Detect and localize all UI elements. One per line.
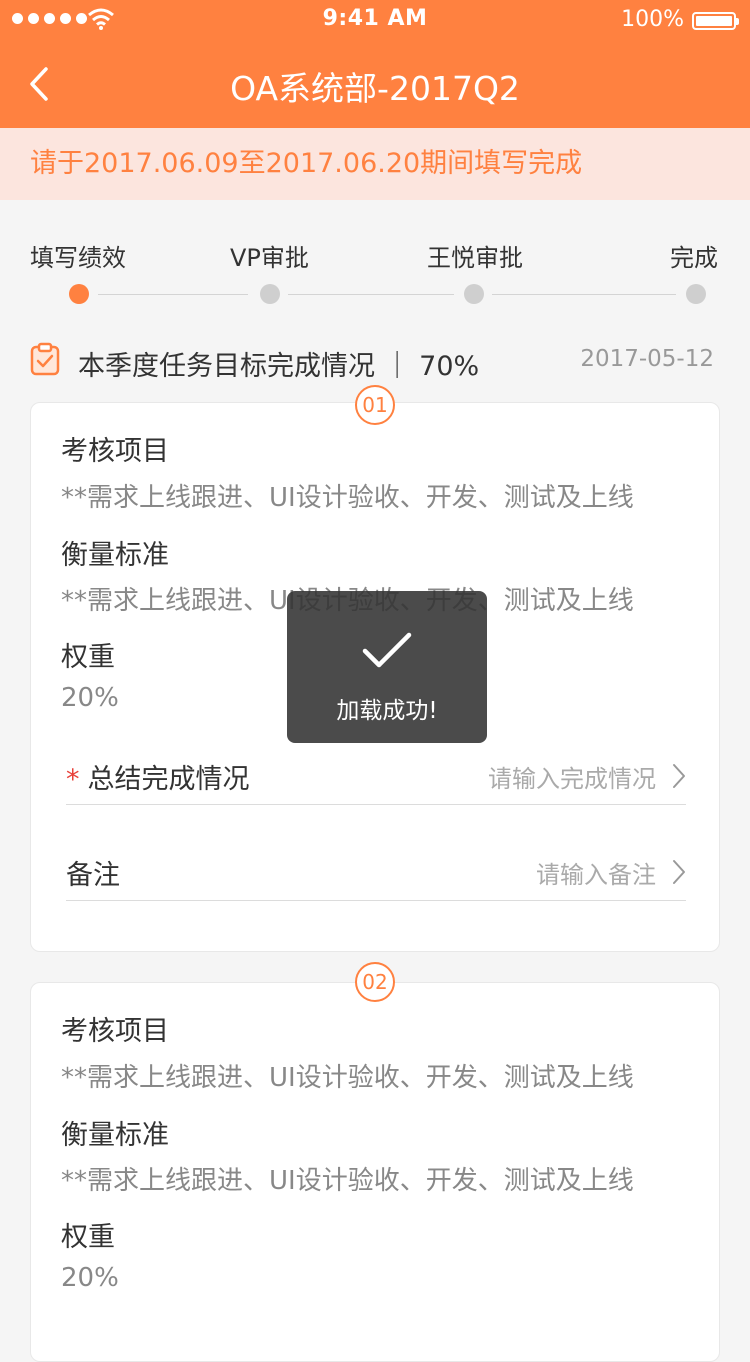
summary-label: * 总结完成情况 bbox=[66, 764, 250, 795]
chevron-right-icon bbox=[673, 764, 685, 788]
standard-label: 衡量标准 bbox=[61, 1120, 169, 1151]
step-dot-fill bbox=[69, 284, 89, 304]
item-label: 考核项目 bbox=[61, 1016, 169, 1047]
item-value: **需求上线跟进、UI设计验收、开发、测试及上线 bbox=[61, 483, 634, 513]
weight-value: 20% bbox=[61, 1263, 119, 1293]
step-line bbox=[492, 294, 676, 295]
remark-placeholder: 请输入备注 bbox=[536, 861, 656, 889]
step-line bbox=[288, 294, 454, 295]
chevron-right-icon bbox=[673, 860, 685, 884]
card-index-badge: 02 bbox=[355, 962, 395, 1002]
status-bar: 9:41 AM 100% bbox=[0, 0, 750, 40]
kpi-card: 考核项目 **需求上线跟进、UI设计验收、开发、测试及上线 衡量标准 **需求上… bbox=[30, 982, 720, 1362]
battery-percent: 100% bbox=[621, 7, 684, 32]
section-header: 本季度任务目标完成情况 ｜ 70% 2017-05-12 bbox=[0, 330, 750, 390]
standard-label: 衡量标准 bbox=[61, 540, 169, 571]
step-dot-vp bbox=[260, 284, 280, 304]
step-line bbox=[98, 294, 248, 295]
clipboard-check-icon bbox=[30, 342, 60, 376]
toast: 加载成功! bbox=[287, 591, 487, 743]
step-dot-done bbox=[686, 284, 706, 304]
section-title: 本季度任务目标完成情况 ｜ 70% bbox=[78, 351, 480, 382]
step-label-vp: VP审批 bbox=[230, 244, 309, 272]
checkmark-icon bbox=[362, 632, 412, 668]
summary-row[interactable]: * 总结完成情况 请输入完成情况 bbox=[66, 745, 686, 805]
deadline-banner: 请于2017.06.09至2017.06.20期间填写完成 bbox=[0, 128, 750, 200]
step-label-fill: 填写绩效 bbox=[30, 244, 126, 272]
required-mark: * bbox=[66, 764, 80, 795]
app-header: 9:41 AM 100% OA系统部-2017Q2 bbox=[0, 0, 750, 128]
section-date: 2017-05-12 bbox=[580, 346, 714, 372]
toast-message: 加载成功! bbox=[336, 698, 438, 724]
remark-row[interactable]: 备注 请输入备注 bbox=[66, 841, 686, 901]
step-dot-wangyue bbox=[464, 284, 484, 304]
card-index-badge: 01 bbox=[355, 385, 395, 425]
weight-value: 20% bbox=[61, 683, 119, 713]
summary-placeholder: 请输入完成情况 bbox=[488, 765, 656, 793]
step-label-wangyue: 王悦审批 bbox=[427, 244, 523, 272]
remark-label: 备注 bbox=[66, 860, 120, 891]
step-label-done: 完成 bbox=[670, 244, 718, 272]
standard-value: **需求上线跟进、UI设计验收、开发、测试及上线 bbox=[61, 1166, 634, 1196]
weight-label: 权重 bbox=[61, 642, 115, 673]
item-label: 考核项目 bbox=[61, 436, 169, 467]
progress-steps: 填写绩效 VP审批 王悦审批 完成 bbox=[0, 200, 750, 320]
battery-icon bbox=[692, 12, 739, 30]
weight-label: 权重 bbox=[61, 1222, 115, 1253]
page-title: OA系统部-2017Q2 bbox=[230, 69, 520, 108]
item-value: **需求上线跟进、UI设计验收、开发、测试及上线 bbox=[61, 1063, 634, 1093]
